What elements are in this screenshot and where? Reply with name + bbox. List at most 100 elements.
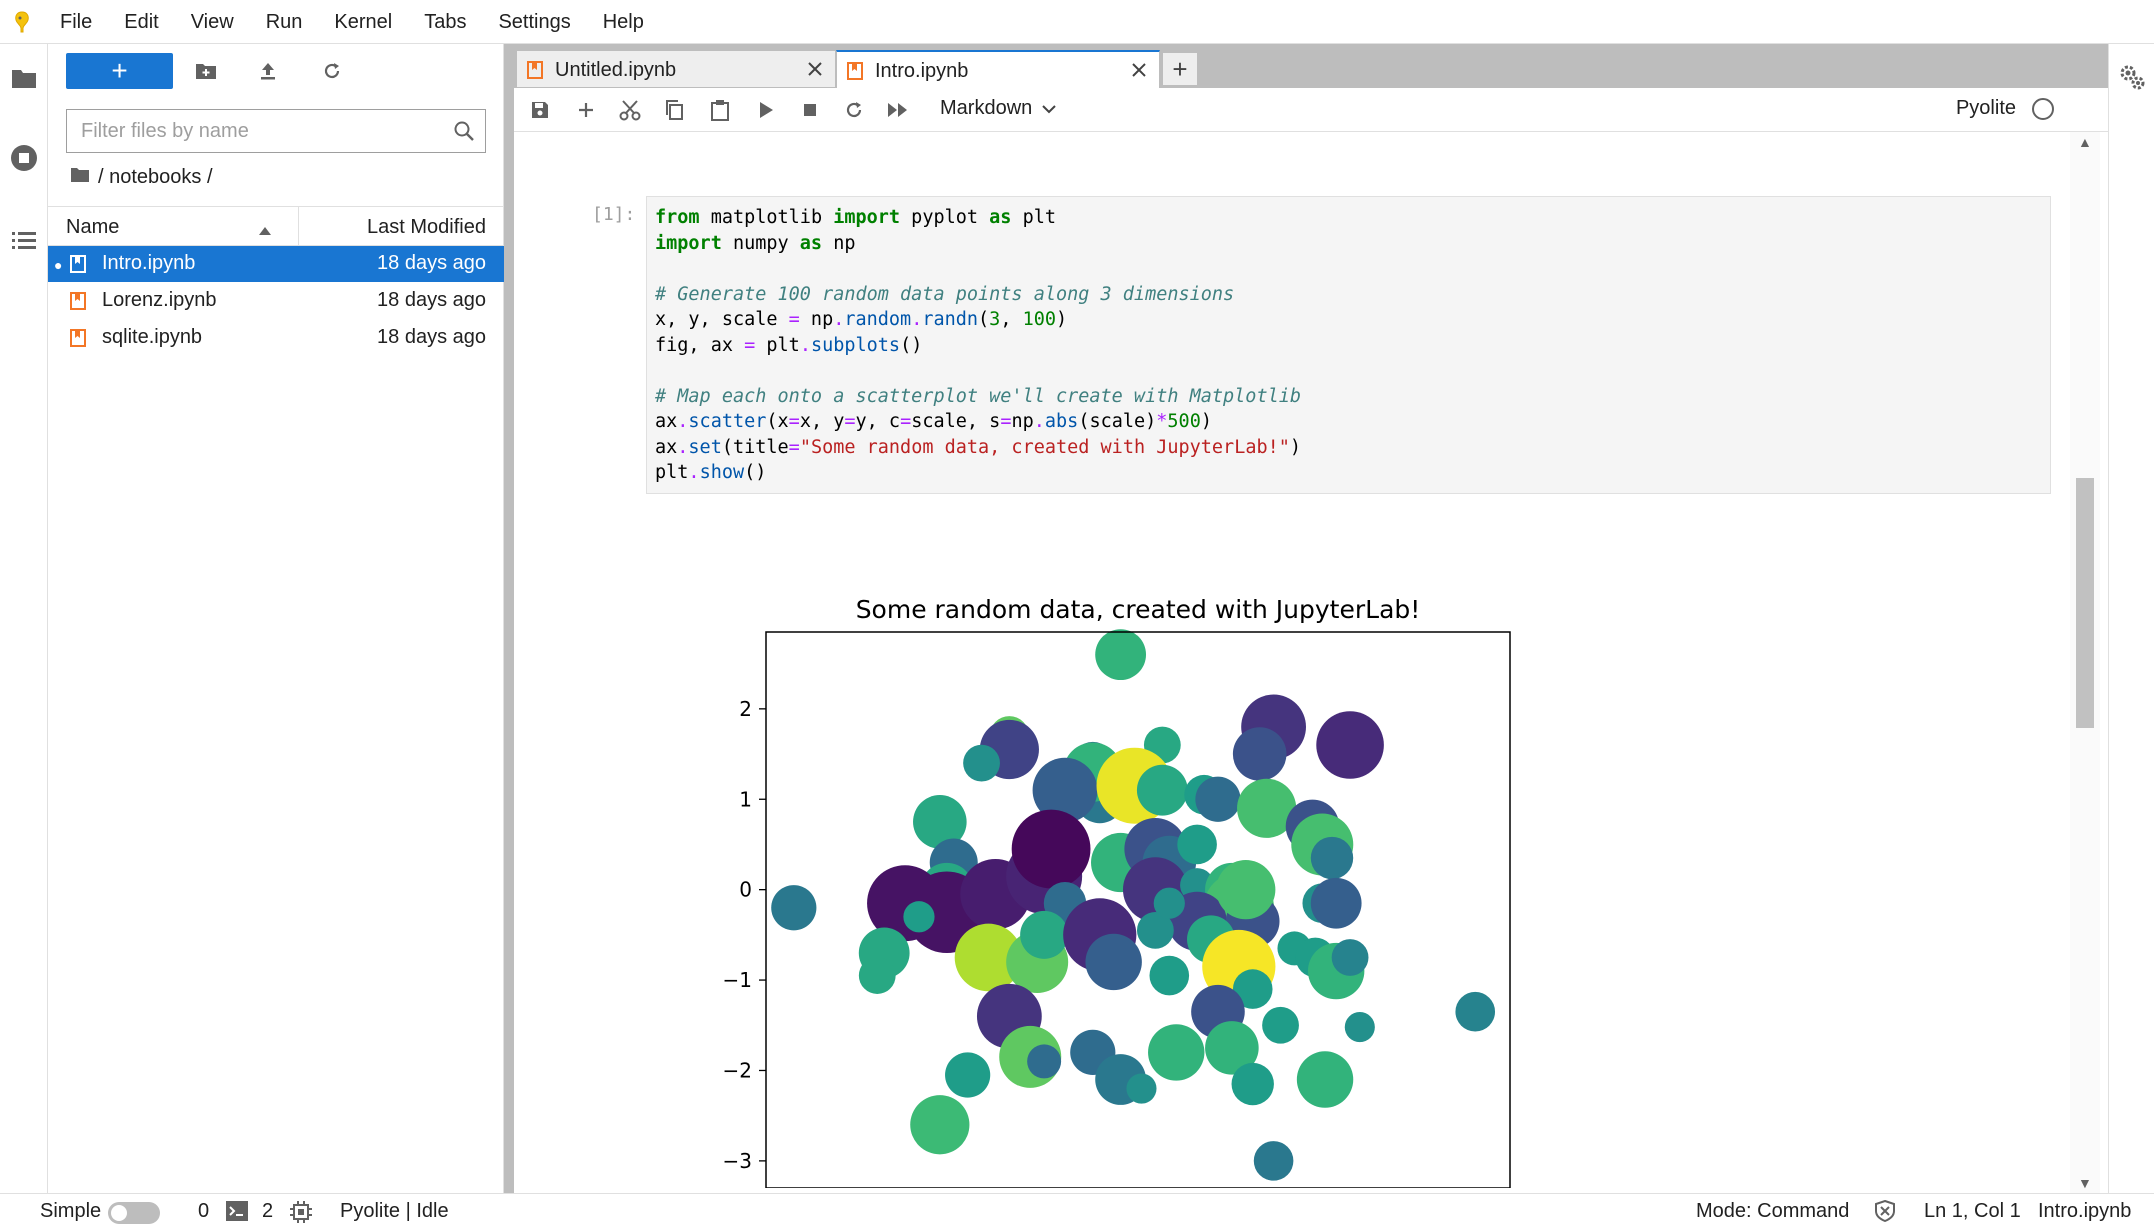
save-icon[interactable] (524, 94, 556, 126)
cursor-position[interactable]: Ln 1, Col 1 (1924, 1200, 2021, 1223)
code-editor[interactable]: from matplotlib import pyplot as plt imp… (655, 205, 1301, 486)
scatter-point (1310, 836, 1354, 880)
breadcrumb-path[interactable]: / notebooks / (98, 166, 213, 189)
fast-forward-icon[interactable] (882, 94, 914, 126)
scatter-point (1232, 727, 1287, 781)
scroll-up-icon[interactable]: ▲ (2078, 134, 2092, 150)
command-mode-text: Mode: Command (1696, 1200, 1850, 1222)
restart-kernel-icon[interactable] (838, 94, 870, 126)
scatter-point (1195, 776, 1241, 822)
filter-files-input[interactable] (67, 119, 427, 143)
kernel-status-text[interactable]: Pyolite | Idle (340, 1200, 449, 1223)
tab-untitled[interactable]: Untitled.ipynb (516, 50, 836, 88)
simple-mode-toggle[interactable] (108, 1202, 160, 1224)
menubar: File Edit View Run Kernel Tabs Settings Help (0, 0, 2154, 44)
cell-type-value: Markdown (940, 97, 1033, 119)
tab-label: Intro.ipynb (875, 60, 969, 82)
file-name: sqlite.ipynb (102, 326, 203, 348)
menu-settings[interactable]: Settings (482, 0, 586, 44)
sort-ascending-icon[interactable] (258, 219, 272, 242)
scatter-point (910, 1095, 970, 1155)
scatter-point (1153, 887, 1185, 919)
scatter-point (858, 957, 896, 994)
property-inspector-gears-icon[interactable] (2117, 62, 2147, 97)
menu-help[interactable]: Help (587, 0, 660, 44)
scatter-point (1253, 1141, 1294, 1181)
file-modified: 18 days ago (377, 326, 486, 348)
file-row[interactable]: sqlite.ipynb 18 days ago (48, 320, 504, 356)
status-bar: Simple 0 2 Pyolite | Idle Mode: Command … (0, 1193, 2154, 1227)
file-row[interactable]: ● Intro.ipynb 18 days ago (48, 246, 504, 282)
scatter-point (1177, 824, 1217, 865)
notebook-icon (70, 292, 86, 316)
kernel-count[interactable]: 2 (262, 1200, 273, 1223)
upload-icon[interactable] (252, 55, 284, 87)
cell-prompt: [1]: (592, 204, 636, 225)
column-divider[interactable] (298, 207, 299, 247)
notebook-panel: Markdown Pyolite [1]: from matplotlib im… (514, 88, 2108, 1225)
simple-mode-label: Simple (40, 1200, 102, 1222)
scatter-point (1149, 955, 1190, 996)
kernel-chip-icon[interactable] (290, 1201, 312, 1229)
scatter-point (1085, 933, 1142, 991)
scatter-point (1020, 910, 1069, 959)
shield-icon[interactable] (1874, 1199, 1896, 1228)
refresh-icon[interactable] (316, 55, 348, 87)
add-cell-icon[interactable] (570, 94, 602, 126)
menu-edit[interactable]: Edit (108, 0, 174, 44)
scatter-point (963, 744, 1000, 782)
file-browser: + / notebooks / Name Last Modified ● Intr… (48, 44, 504, 1193)
notebook-icon (70, 329, 86, 353)
column-header-name[interactable]: Name (66, 216, 119, 239)
menu-view[interactable]: View (175, 0, 250, 44)
cell-type-select[interactable]: Markdown (940, 97, 1056, 120)
filter-files-input-wrapper (66, 109, 486, 153)
main-area: Untitled.ipynb Intro.ipynb + Markdown Py… (514, 44, 2108, 1225)
scatter-point (1310, 877, 1362, 929)
menu-kernel[interactable]: Kernel (318, 0, 408, 44)
notebook-scrollbar[interactable]: ▲ ▼ (2070, 132, 2100, 1193)
stop-icon[interactable] (794, 94, 826, 126)
kernel-name[interactable]: Pyolite (1956, 97, 2016, 120)
paste-icon[interactable] (704, 94, 736, 126)
y-tick-label: −1 (723, 968, 752, 992)
running-indicator-icon: ● (54, 257, 63, 273)
notebook-icon (527, 61, 543, 85)
menu-tabs[interactable]: Tabs (408, 0, 482, 44)
new-tab-button[interactable]: + (1162, 52, 1198, 86)
column-header-last-modified[interactable]: Last Modified (367, 216, 486, 239)
chart-title: Some random data, created with JupyterLa… (856, 595, 1421, 624)
scatter-point (1296, 1051, 1354, 1108)
running-sessions-icon[interactable] (8, 142, 40, 174)
close-icon[interactable] (807, 60, 823, 83)
menu-run[interactable]: Run (250, 0, 319, 44)
scrollbar-thumb[interactable] (2076, 478, 2094, 728)
search-icon (453, 120, 475, 147)
folder-icon[interactable] (8, 62, 40, 94)
terminal-count[interactable]: 0 (198, 1200, 209, 1223)
new-folder-icon[interactable] (190, 55, 222, 87)
scatter-point (945, 1052, 991, 1098)
scatter-point (1126, 1073, 1157, 1104)
copy-icon[interactable] (658, 94, 690, 126)
terminal-icon[interactable] (226, 1201, 248, 1227)
close-icon[interactable] (1131, 61, 1147, 84)
y-tick-label: 0 (739, 878, 752, 902)
panel-splitter[interactable] (504, 44, 514, 1193)
left-sidebar (0, 44, 48, 1193)
file-name: Lorenz.ipynb (102, 289, 217, 311)
new-launcher-button[interactable]: + (66, 53, 173, 89)
menu-file[interactable]: File (44, 0, 108, 44)
folder-icon[interactable] (70, 166, 90, 189)
run-icon[interactable] (750, 94, 782, 126)
notebook-toolbar: Markdown Pyolite (514, 88, 2108, 132)
tab-intro[interactable]: Intro.ipynb (836, 50, 1160, 89)
code-cell-input[interactable]: from matplotlib import pyplot as plt imp… (646, 196, 2051, 494)
tab-label: Untitled.ipynb (555, 59, 677, 81)
file-row[interactable]: Lorenz.ipynb 18 days ago (48, 283, 504, 319)
y-tick-label: −2 (723, 1058, 752, 1082)
table-of-contents-icon[interactable] (8, 224, 40, 256)
cut-icon[interactable] (614, 94, 646, 126)
cell-output: Some random data, created with JupyterLa… (646, 528, 1546, 1225)
scroll-down-icon[interactable]: ▼ (2078, 1175, 2092, 1191)
